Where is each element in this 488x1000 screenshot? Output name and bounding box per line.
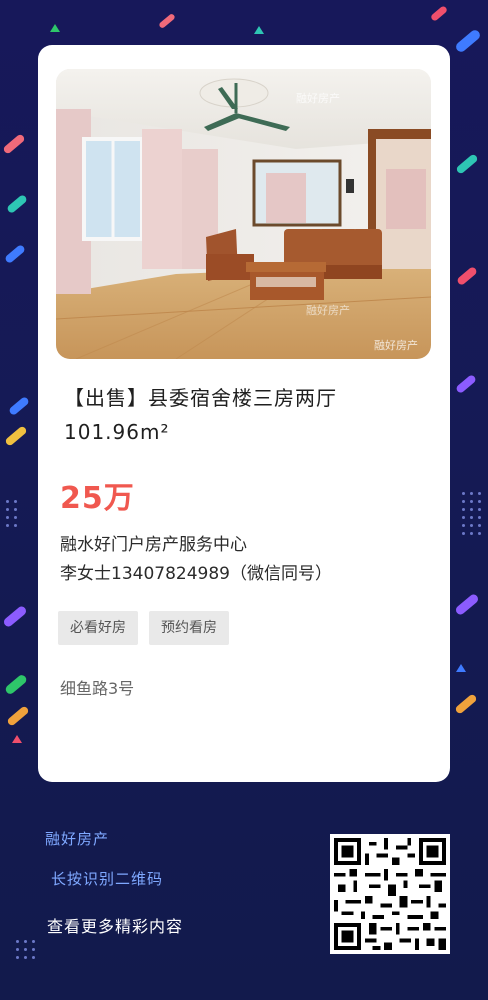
photo-watermark: 融好房产 (306, 303, 350, 317)
tag-must-see[interactable]: 必看好房 (58, 611, 138, 645)
qr-code-icon (334, 838, 446, 950)
decor-stripe (4, 243, 26, 265)
listing-photo[interactable]: 融好房产 融好房产 融好房产 (56, 69, 431, 359)
decor-stripe (429, 5, 449, 22)
decor-stripe (3, 673, 29, 696)
footer-brand: 融好房产 (45, 830, 110, 848)
tag-list: 必看好房 预约看房 (58, 611, 229, 645)
agency-name: 融水好门户房产服务中心 (60, 535, 247, 555)
decor-stripe (6, 705, 30, 727)
decor-triangle (12, 735, 22, 743)
listing-title[interactable]: 【出售】县委宿舍楼三房两厅 101.96m² (64, 381, 434, 449)
decor-stripe (455, 373, 477, 395)
contact-phone[interactable]: 李女士13407824989（微信同号） (60, 560, 332, 589)
decor-triangle (50, 24, 60, 32)
footer-more: 查看更多精彩内容 (47, 917, 184, 936)
tag-book-viewing[interactable]: 预约看房 (149, 611, 229, 645)
decor-stripe (2, 604, 28, 629)
decor-stripe (454, 693, 478, 715)
footer-scan-hint: 长按识别二维码 (51, 870, 164, 888)
decor-stripe (456, 265, 478, 287)
decor-stripe (455, 153, 479, 175)
qr-code[interactable] (330, 834, 450, 954)
decor-stripe (2, 133, 26, 155)
decor-stripe (4, 425, 28, 447)
decor-triangle (456, 664, 466, 672)
decor-stripe (6, 193, 28, 215)
decor-stripe (454, 592, 480, 617)
decor-stripe (158, 12, 176, 30)
photo-watermark: 融好房产 (296, 91, 340, 105)
listing-card[interactable]: 融好房产 融好房产 融好房产 【出售】县委宿舍楼三房两厅 101.96m² 25… (38, 45, 450, 782)
decor-triangle (254, 26, 264, 34)
listing-address: 细鱼路3号 (60, 679, 135, 698)
living-room-photo: 融好房产 融好房产 融好房产 (56, 69, 431, 359)
decor-stripe (8, 395, 30, 417)
listing-price: 25万 (60, 481, 135, 516)
photo-watermark: 融好房产 (374, 338, 418, 352)
decor-stripe (454, 28, 482, 54)
